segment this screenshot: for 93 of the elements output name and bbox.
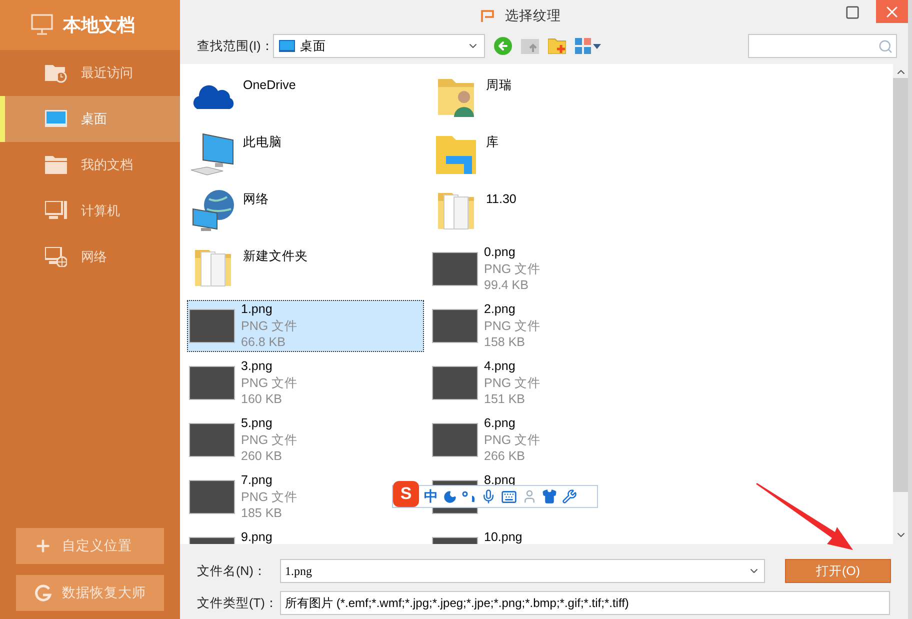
image-thumbnail [432, 309, 478, 343]
file-size: 99.4 KB [484, 277, 530, 294]
filetype-label: 文件类型(T)： [197, 594, 279, 612]
file-item[interactable]: 3.png PNG 文件 160 KB [187, 357, 424, 409]
computer-icon [45, 201, 67, 221]
file-item[interactable]: 0.png PNG 文件 99.4 KB [430, 243, 667, 295]
image-thumbnail [432, 423, 478, 457]
file-name: 此电脑 [243, 134, 282, 150]
file-size: 185 KB [241, 505, 284, 522]
grid-view-icon [575, 38, 591, 54]
file-name: 9.png [241, 529, 272, 544]
file-item[interactable]: 新建文件夹 [187, 243, 424, 295]
file-name: 网络 [243, 191, 269, 208]
view-menu-button[interactable] [575, 38, 601, 54]
monitor-icon [45, 109, 67, 129]
file-size: 158 KB [484, 334, 526, 350]
filetype-dropdown[interactable]: 所有图片 (*.emf;*.wmf;*.jpg;*.jpeg;*.jpe;*.png;*.bmp;*.gif;*.tif;*.tiff) [280, 591, 890, 615]
file-item[interactable]: 10.png [430, 528, 667, 544]
file-name: 新建文件夹 [243, 248, 308, 264]
folder-icon [45, 155, 67, 175]
input-mode-toggle[interactable]: 中 [424, 486, 438, 507]
file-size: 260 KB [241, 448, 284, 464]
monitor-icon [279, 40, 295, 52]
file-item[interactable]: 2.png PNG 文件 158 KB [430, 300, 667, 352]
keyboard-icon[interactable] [501, 488, 517, 504]
file-item[interactable]: 网络 [187, 186, 424, 238]
file-name: 11.30 [486, 191, 516, 208]
punctuation-icon[interactable] [462, 490, 476, 504]
shirt-icon[interactable] [542, 489, 557, 504]
file-name: 7.png [241, 472, 274, 488]
new-folder-icon[interactable] [548, 38, 566, 54]
file-size: 266 KB [484, 448, 526, 464]
file-type: PNG 文件 [241, 432, 298, 448]
microphone-icon[interactable] [481, 489, 496, 504]
file-type: PNG 文件 [241, 488, 298, 505]
file-name: 5.png [241, 415, 274, 432]
network-computer-icon [45, 247, 67, 267]
folder-clock-icon [45, 63, 67, 83]
dialog-title: 选择纹理 [505, 6, 561, 25]
file-item[interactable]: 6.png PNG 文件 266 KB [430, 414, 667, 466]
file-item[interactable]: 9.png [187, 528, 424, 544]
file-name: 库 [486, 134, 499, 150]
file-item[interactable]: 11.30 [430, 186, 667, 238]
look-in-dropdown[interactable]: 桌面 [273, 34, 485, 58]
file-name: 0.png [484, 244, 516, 260]
image-thumbnail [189, 480, 235, 514]
file-item[interactable]: 4.png PNG 文件 151 KB [430, 357, 667, 409]
file-item[interactable]: 库 [430, 129, 667, 181]
file-item[interactable]: 1.png PNG 文件 66.8 KB [187, 300, 424, 352]
image-thumbnail [432, 252, 478, 286]
file-item[interactable]: OneDrive [187, 72, 424, 124]
ime-logo[interactable]: S [393, 480, 419, 506]
app-logo-icon [481, 10, 495, 22]
image-thumbnail [189, 309, 235, 343]
image-thumbnail [432, 366, 478, 400]
file-size: 66.8 KB [241, 334, 286, 350]
file-type: PNG 文件 [484, 432, 541, 448]
file-type: PNG 文件 [241, 374, 298, 391]
moon-icon[interactable] [443, 490, 457, 504]
file-name: 6.png [484, 415, 516, 432]
filename-field[interactable]: 1.png [280, 559, 765, 583]
look-in-label: 查找范围(I)： [197, 38, 273, 55]
file-type: PNG 文件 [484, 318, 541, 334]
file-item[interactable]: 周瑞 [430, 72, 667, 124]
file-name: 4.png [484, 358, 516, 374]
file-name: 2.png [484, 301, 516, 318]
file-size: 151 KB [484, 391, 526, 408]
file-type: PNG 文件 [484, 260, 541, 277]
file-name: OneDrive [243, 77, 296, 94]
wrench-icon[interactable] [562, 489, 577, 504]
file-size: 160 KB [241, 391, 284, 408]
image-thumbnail [189, 366, 235, 400]
monitor-icon [31, 14, 53, 36]
back-button[interactable] [494, 37, 512, 55]
maximize-icon[interactable] [845, 5, 860, 20]
image-thumbnail [189, 423, 235, 457]
sidebar-title: 本地文档 [63, 14, 135, 36]
recovery-icon [34, 584, 52, 602]
file-item[interactable]: 5.png PNG 文件 260 KB [187, 414, 424, 466]
file-name: 周瑞 [486, 77, 512, 94]
file-item[interactable]: 此电脑 [187, 129, 424, 181]
filename-label: 文件名(N)： [197, 562, 268, 580]
file-type: PNG 文件 [241, 318, 298, 334]
plus-icon [34, 537, 52, 555]
arrow-left-icon [497, 40, 509, 52]
search-icon [878, 38, 893, 54]
file-name: 10.png [484, 529, 522, 544]
file-name: 3.png [241, 358, 274, 374]
caret-down-icon [593, 44, 601, 48]
file-type: PNG 文件 [484, 374, 541, 391]
file-name: 1.png [241, 301, 274, 318]
search-field[interactable] [748, 34, 897, 58]
close-button[interactable] [876, 0, 908, 23]
